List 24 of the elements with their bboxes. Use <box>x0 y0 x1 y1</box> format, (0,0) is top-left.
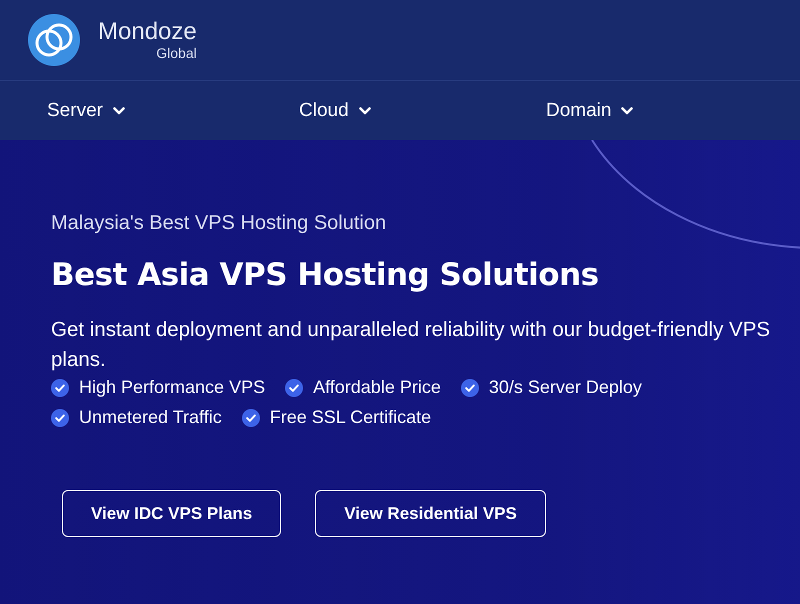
logo-icon <box>28 14 80 66</box>
feature-text: High Performance VPS <box>79 377 266 398</box>
feature-text: Free SSL Certificate <box>270 407 432 428</box>
feature-text: Unmetered Traffic <box>79 407 222 428</box>
chevron-down-icon <box>358 106 371 114</box>
hero-description: Get instant deployment and unparalleled reliability with our budget-friendly VPS plans. <box>51 317 772 373</box>
brand-name: Mondoze <box>98 19 197 45</box>
nav-menu-item[interactable]: Cloud <box>299 100 546 122</box>
check-circle-icon <box>242 408 260 426</box>
nav-menu-item[interactable]: Domain <box>546 100 746 122</box>
feature-text: Affordable Price <box>313 377 441 398</box>
outline-button[interactable]: View Residential VPS <box>315 490 546 537</box>
chevron-down-icon <box>621 106 634 114</box>
nav-menu-item[interactable]: Server <box>47 100 299 122</box>
check-circle-icon <box>285 378 304 396</box>
check-circle-icon <box>51 408 69 426</box>
brand-tagline: Global <box>156 45 197 61</box>
hero-subtitle: Malaysia's Best VPS Hosting Solution <box>51 212 388 235</box>
check-circle-icon <box>51 378 69 396</box>
outline-button[interactable]: View IDC VPS Plans <box>62 490 282 537</box>
check-circle-icon <box>460 378 479 396</box>
feature-text: 30/s Server Deploy <box>488 377 642 398</box>
hero-title: Best Asia VPS Hosting Solutions <box>51 257 600 293</box>
chevron-down-icon <box>112 106 125 114</box>
